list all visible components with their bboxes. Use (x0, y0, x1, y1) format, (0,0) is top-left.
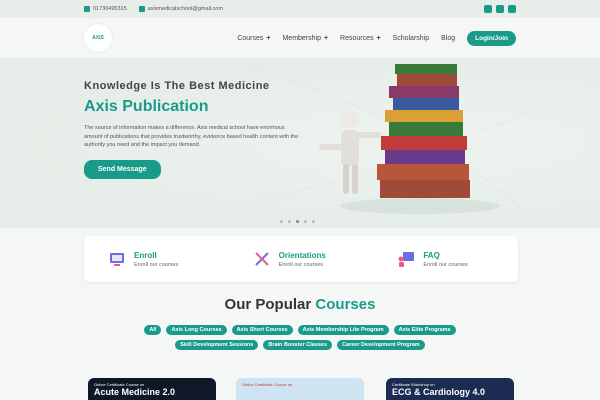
feature-title: Orientations (278, 250, 326, 260)
chip-skill-development[interactable]: Skill Development Sessions (175, 340, 259, 350)
feature-title: FAQ (423, 250, 440, 260)
email-address: axismedicalschool@gmail.com (147, 6, 223, 12)
top-bar: 01730495315 axismedicalschool@gmail.com (0, 0, 600, 18)
site-logo[interactable]: AXIS (84, 24, 112, 52)
phone-contact[interactable]: 01730495315 (84, 6, 127, 12)
carousel-dot[interactable] (288, 220, 291, 223)
email-icon (138, 6, 145, 12)
social-links (484, 5, 516, 13)
carousel-dots (280, 220, 315, 223)
main-header: AXIS Courses + Membership + Resources + … (0, 18, 600, 58)
send-message-button[interactable]: Send Message (84, 159, 161, 179)
chip-elite-programs[interactable]: Axis Elite Programs (393, 325, 456, 335)
plus-icon: + (266, 34, 271, 42)
facebook-icon[interactable] (484, 5, 492, 13)
carousel-dot[interactable] (312, 220, 315, 223)
logo-text: AXIS (92, 35, 104, 41)
hero-text: Knowledge Is The Best Medicine Axis Publ… (84, 80, 304, 179)
chip-career-development[interactable]: Career Development Program (337, 340, 425, 350)
nav-scholarship[interactable]: Scholarship (393, 35, 430, 42)
plus-icon: + (376, 34, 381, 42)
hero-description: The source of information makes a differ… (84, 125, 299, 148)
plus-icon: + (323, 34, 329, 42)
features-card: Enroll Enroll our courses Orientations E… (84, 236, 518, 282)
carousel-dot[interactable] (280, 220, 283, 223)
chip-axis-long-courses[interactable]: Axis Long Courses (166, 325, 227, 335)
feature-enroll[interactable]: Enroll Enroll our courses (84, 250, 229, 268)
book-stack-illustration (319, 64, 500, 214)
email-contact[interactable]: axismedicalschool@gmail.com (138, 6, 223, 12)
feature-subtitle: Enroll our courses (134, 261, 179, 268)
carousel-dot-active[interactable] (296, 220, 299, 223)
feature-subtitle: Enroll our courses (278, 261, 323, 268)
feature-subtitle: Enroll our courses (423, 261, 468, 268)
hero-section: Knowledge Is The Best Medicine Axis Publ… (0, 58, 600, 228)
telegram-icon[interactable] (508, 5, 516, 13)
feature-faq[interactable]: FAQ Enroll our courses (373, 250, 518, 268)
course-card[interactable]: Online Certificate Course on Acute Medic… (88, 378, 216, 400)
nav-membership[interactable]: Membership + (282, 35, 328, 42)
course-card-title: Acute Medicine 2.0 (94, 387, 176, 397)
enroll-icon (110, 253, 124, 266)
main-nav: Courses + Membership + Resources + Schol… (237, 30, 516, 46)
feature-title: Enroll (134, 250, 157, 260)
faq-icon (398, 252, 415, 267)
login-join-button[interactable]: Login/Join (467, 30, 516, 46)
chip-axis-short-courses[interactable]: Axis Short Courses (231, 325, 293, 335)
course-filter-chips: All Axis Long Courses Axis Short Courses… (110, 325, 490, 350)
feature-orientations[interactable]: Orientations Enroll our courses (229, 250, 374, 268)
phone-icon (84, 6, 90, 12)
nav-courses[interactable]: Courses + (237, 35, 270, 42)
phone-number: 01730495315 (93, 6, 127, 12)
course-card-title: ECG & Cardiology 4.0 (392, 387, 486, 397)
course-card[interactable]: Certificate Workshop on ECG & Cardiology… (386, 378, 514, 400)
popular-courses-heading: Our Popular Courses (224, 296, 376, 313)
youtube-icon[interactable] (496, 5, 504, 13)
orientation-icon (254, 252, 269, 266)
nav-resources[interactable]: Resources + (340, 35, 381, 42)
course-card-caption: Online Certificate Course on (242, 382, 293, 387)
chip-all[interactable]: All (144, 325, 162, 335)
nav-blog[interactable]: Blog (441, 35, 455, 42)
course-card[interactable]: Online Certificate Course on (236, 378, 364, 400)
chip-brain-booster[interactable]: Brain Booster Classes (263, 340, 333, 350)
hero-tagline: Knowledge Is The Best Medicine (84, 80, 270, 92)
chip-membership-lite[interactable]: Axis Membership Lite Program (297, 325, 389, 335)
carousel-dot[interactable] (304, 220, 307, 223)
hero-title: Axis Publication (84, 98, 209, 115)
